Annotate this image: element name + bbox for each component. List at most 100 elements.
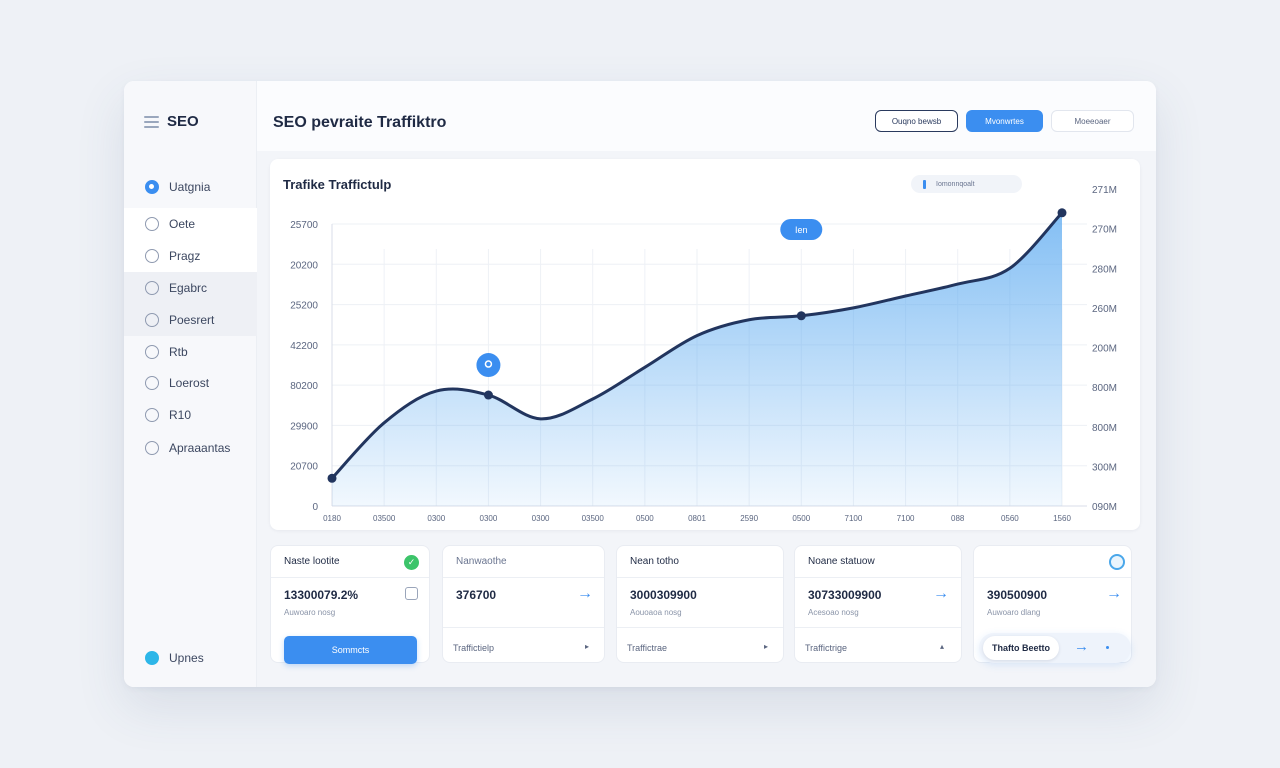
sidebar-item-label: Apraaantas [169, 441, 231, 455]
divider [974, 577, 1131, 578]
circle-icon [145, 249, 159, 263]
y-tick-label-right: 300M [1092, 462, 1117, 473]
circle-icon [145, 376, 159, 390]
sidebar-item-0[interactable]: Uatgnia [124, 171, 257, 203]
sidebar-item-label: Pragz [169, 249, 201, 263]
stat-title: Nanwaothe [456, 556, 507, 567]
triangle-right-icon[interactable]: ▸ [764, 642, 768, 651]
chart-card: Trafike Traffictulp Iomonnqoalt 25700 202… [270, 159, 1140, 530]
stat-value: 30733009900 [808, 588, 882, 602]
y-tick-label-left: 42200 [290, 341, 318, 352]
circle-icon [145, 408, 159, 422]
stat-value: 3000309900 [630, 588, 697, 602]
header-button-outline[interactable]: Ouqno bewsb [875, 110, 958, 132]
triangle-up-icon[interactable]: ▴ [940, 642, 944, 651]
x-tick-label: 0500 [792, 514, 810, 523]
sidebar-footer-label: Upnes [169, 651, 204, 665]
sidebar-item-2[interactable]: Pragz [124, 240, 257, 272]
circle-icon [145, 313, 159, 327]
sidebar-item-3[interactable]: Egabrc [124, 272, 257, 304]
stat-value: 390500900 [987, 588, 1048, 602]
x-tick-label: 0300 [532, 514, 550, 523]
tooltip-label: Ien [795, 225, 808, 235]
sidebar-item-6[interactable]: Loerost [124, 367, 257, 399]
arrow-right-icon: → [1074, 638, 1089, 655]
circle-icon [145, 345, 159, 359]
stat-card-3: Noane statuow 30733009900 → Acesoao nosg… [794, 545, 962, 663]
sidebar-item-label: Uatgnia [169, 180, 211, 194]
x-tick-label: 0300 [427, 514, 445, 523]
brand-text: SEO [167, 113, 199, 130]
sidebar-item-7[interactable]: R10 [124, 399, 257, 431]
stat-sub: Auwoaro dlang [987, 608, 1041, 617]
stat-title: Noane statuow [808, 556, 875, 567]
arrow-right-icon[interactable]: → [577, 585, 593, 603]
sidebar-item-1[interactable]: Oete [124, 208, 257, 240]
sidebar-item-8[interactable]: Apraaantas [124, 432, 257, 464]
brand[interactable]: SEO [144, 113, 199, 130]
stat-card-2: Nean totho 3000309900 Aouoaoa nosg Traff… [616, 545, 784, 663]
x-tick-label: 03500 [373, 514, 396, 523]
divider [271, 577, 429, 578]
sidebar-item-5[interactable]: Rtb [124, 336, 257, 368]
x-tick-label: 7100 [845, 514, 863, 523]
x-tick-label: 7100 [897, 514, 915, 523]
submit-button[interactable]: Sommcts [284, 636, 417, 664]
x-tick-label: 1560 [1053, 514, 1071, 523]
app-window: SEO Uatgnia Oete Pragz Egabrc Poesrert R… [124, 81, 1156, 687]
stat-card-4: 390500900 → Auwoaro dlang Thafto Beetto … [973, 545, 1132, 663]
y-tick-label-right: 271M [1092, 185, 1117, 196]
data-point [1057, 208, 1067, 218]
sidebar-item-label: Poesrert [169, 313, 215, 327]
stat-title: Naste lootite [284, 556, 340, 567]
sidebar-item-label: R10 [169, 408, 192, 422]
x-tick-label: 03500 [582, 514, 605, 523]
stat-sub: Acesoao nosg [808, 608, 859, 617]
x-tick-label: 0500 [636, 514, 654, 523]
circle-icon [145, 217, 159, 231]
y-tick-label-right: 270M [1092, 225, 1117, 236]
stat-sub: Aouoaoa nosg [630, 608, 682, 617]
y-tick-label-left: 20700 [290, 462, 318, 473]
traffic-pill[interactable]: Thafto Beetto → [979, 633, 1131, 663]
sidebar-footer-item[interactable]: Upnes [124, 642, 257, 674]
arrow-right-icon[interactable]: → [1106, 585, 1122, 603]
stat-title: Nean totho [630, 556, 679, 567]
sidebar-item-label: Rtb [169, 345, 188, 359]
y-tick-label-left: 25200 [290, 301, 318, 312]
marker-bubble [476, 353, 501, 378]
checkbox[interactable] [405, 587, 418, 600]
divider [443, 627, 604, 628]
arrow-right-icon[interactable]: → [933, 585, 949, 603]
y-tick-label-right: 280M [1092, 264, 1117, 275]
user-icon [145, 651, 159, 665]
stat-footer: Traffictielp [453, 643, 495, 653]
header-button-ghost[interactable]: Moeeoaer [1051, 110, 1134, 132]
x-tick-label: 088 [951, 514, 965, 523]
stat-card-0: Naste lootite ✓ 13300079.2% Auwoaro nosg… [270, 545, 430, 664]
data-point [327, 473, 337, 483]
x-tick-label: 0300 [480, 514, 498, 523]
page-title: SEO pevraite Traffiktro [273, 114, 447, 131]
y-tick-label-left: 25700 [290, 220, 318, 231]
header-button-primary[interactable]: Mvonwrtes [966, 110, 1043, 132]
y-tick-label-left: 29900 [290, 421, 318, 432]
y-tick-label-left: 0 [312, 502, 318, 513]
sidebar-item-label: Oete [169, 217, 196, 231]
divider [617, 577, 783, 578]
circle-icon [145, 441, 159, 455]
y-tick-label-left: 20200 [290, 260, 318, 271]
y-tick-label-right: 260M [1092, 304, 1117, 315]
menu-icon [144, 115, 159, 128]
circle-icon [145, 281, 159, 295]
y-tick-label-right: 800M [1092, 383, 1117, 394]
sidebar-item-4[interactable]: Poesrert [124, 304, 257, 336]
stat-footer: Traffictrae [627, 643, 668, 653]
header: SEO pevraite Traffiktro Ouqno bewsb Mvon… [257, 81, 1156, 151]
stat-footer: Traffictrige [805, 643, 848, 653]
sidebar-item-label: Loerost [169, 376, 210, 390]
sidebar: SEO Uatgnia Oete Pragz Egabrc Poesrert R… [124, 81, 257, 687]
stat-value: 376700 [456, 588, 497, 602]
triangle-right-icon[interactable]: ▸ [585, 642, 589, 651]
stat-card-1: Nanwaothe 376700 → Traffictielp ▸ [442, 545, 605, 663]
